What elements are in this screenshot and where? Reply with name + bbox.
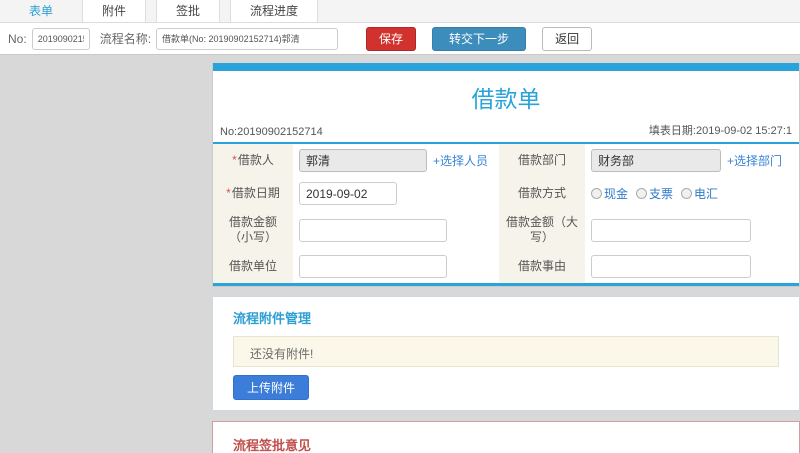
- forward-next-step-button[interactable]: 转交下一步: [432, 26, 527, 51]
- panel-bottom-accent-bar: [213, 283, 799, 286]
- radio-cash[interactable]: 现金: [591, 185, 628, 202]
- required-mark: *: [232, 153, 237, 167]
- loan-unit-cell: [293, 250, 499, 283]
- choose-department-link[interactable]: +选择部门: [727, 152, 782, 169]
- department-input[interactable]: [591, 149, 721, 172]
- no-input[interactable]: [31, 27, 90, 50]
- attachments-panel: 流程附件管理 还没有附件! 上传附件: [212, 296, 800, 411]
- top-tab-bar: 表单 附件 签批 流程进度: [0, 0, 800, 23]
- radio-circle-icon: [681, 188, 693, 199]
- loan-reason-cell: [585, 250, 799, 283]
- amount-lower-cell: [293, 210, 499, 250]
- form-meta-row: No:20190902152714 填表日期:2019-09-02 15:27:…: [213, 120, 799, 144]
- loan-form-panel: 借款单 No:20190902152714 填表日期:2019-09-02 15…: [212, 63, 800, 287]
- tab-process-progress[interactable]: 流程进度: [230, 0, 319, 22]
- tab-approval[interactable]: 签批: [156, 0, 221, 22]
- attachments-heading: 流程附件管理: [233, 311, 312, 326]
- loan-date-label: *借款日期: [213, 177, 293, 210]
- amount-upper-cell: [585, 210, 799, 250]
- loan-unit-label: 借款单位: [213, 250, 293, 283]
- panel-top-accent-bar: [213, 63, 799, 71]
- amount-upper-input[interactable]: [591, 218, 751, 242]
- required-mark: *: [226, 186, 231, 200]
- borrower-input[interactable]: [299, 149, 427, 172]
- loan-reason-input[interactable]: [591, 255, 751, 278]
- form-no-text: No:20190902152714: [220, 126, 323, 138]
- save-button[interactable]: 保存: [366, 26, 417, 51]
- process-name-label: 流程名称:: [99, 32, 152, 46]
- amount-upper-label: 借款金额（大写）: [499, 210, 585, 250]
- tab-attachments[interactable]: 附件: [82, 0, 147, 22]
- borrower-cell: +选择人员: [293, 144, 499, 177]
- loan-unit-input[interactable]: [299, 255, 447, 278]
- radio-wire[interactable]: 电汇: [681, 185, 718, 202]
- form-title: 借款单: [471, 86, 541, 112]
- loan-method-label: 借款方式: [499, 177, 585, 210]
- loan-date-input[interactable]: [299, 182, 397, 205]
- approval-heading: 流程签批意见: [233, 438, 312, 453]
- no-label: No:: [8, 31, 27, 46]
- back-button[interactable]: 返回: [542, 26, 593, 51]
- main-content: 借款单 No:20190902152714 填表日期:2019-09-02 15…: [212, 55, 800, 453]
- radio-circle-icon: [591, 188, 602, 199]
- upload-attachment-button[interactable]: 上传附件: [233, 375, 310, 400]
- process-name-input[interactable]: [156, 27, 339, 50]
- department-label: 借款部门: [499, 144, 585, 177]
- form-date-text: 填表日期:2019-09-02 15:27:1: [648, 125, 792, 137]
- borrower-label: *借款人: [213, 144, 293, 177]
- radio-check[interactable]: 支票: [636, 185, 673, 202]
- tab-form[interactable]: 表单: [10, 0, 72, 22]
- department-cell: +选择部门: [585, 144, 799, 177]
- amount-lower-label: 借款金额（小写）: [213, 210, 293, 250]
- loan-method-cell: 现金 支票 电汇: [585, 177, 799, 210]
- loan-reason-label: 借款事由: [499, 250, 585, 283]
- amount-lower-input[interactable]: [299, 218, 447, 242]
- approval-panel: 流程签批意见 B I abc: [212, 421, 800, 453]
- form-grid: *借款人 +选择人员 借款部门 +选择部门 *借款日期 借款方式: [213, 144, 799, 283]
- choose-person-link[interactable]: +选择人员: [433, 152, 488, 169]
- no-attachments-alert: 还没有附件!: [233, 336, 779, 367]
- radio-circle-icon: [636, 188, 648, 199]
- loan-date-cell: [293, 177, 499, 210]
- loan-method-radio-group: 现金 支票 电汇: [591, 185, 718, 202]
- action-toolbar: No: 流程名称: 保存 转交下一步 返回: [0, 23, 800, 55]
